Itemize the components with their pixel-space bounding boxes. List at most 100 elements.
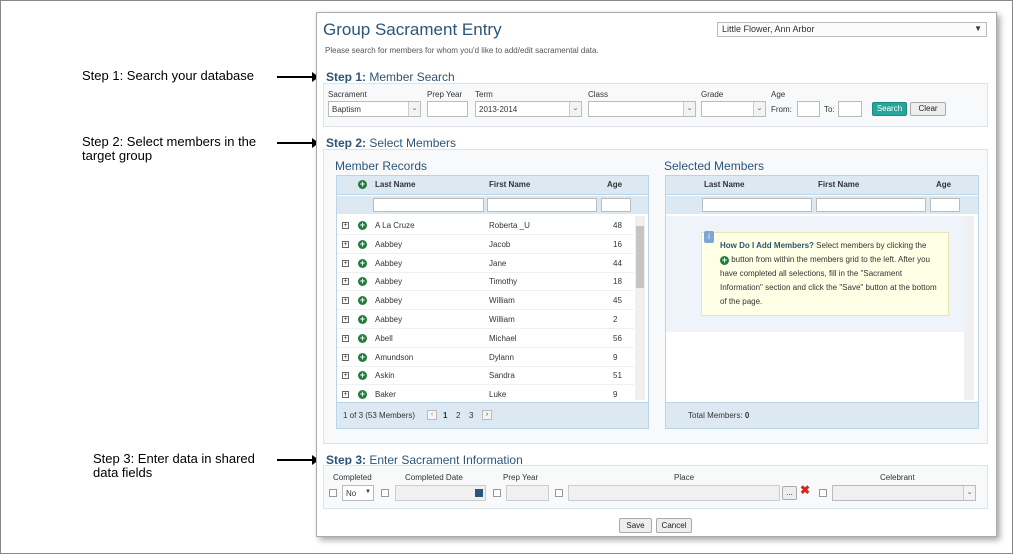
- search-button[interactable]: Search: [872, 102, 907, 116]
- info-icon: i: [704, 231, 714, 243]
- place-input[interactable]: [568, 485, 780, 501]
- filter-last-name[interactable]: [373, 198, 484, 212]
- cell-age: 51: [613, 371, 622, 381]
- save-button[interactable]: Save: [619, 518, 652, 533]
- member-search-section: Sacrament Baptism ⌄ Prep Year Term 2013-2…: [323, 83, 988, 127]
- intro-text: Please search for members for whom you'd…: [325, 46, 599, 55]
- celebrant-checkbox[interactable]: [819, 489, 827, 497]
- page-1-link[interactable]: 1: [443, 411, 447, 420]
- cell-last-name: A La Cruze: [375, 221, 415, 230]
- celebrant-label: Celebrant: [880, 473, 915, 482]
- selected-col-last-name[interactable]: Last Name: [704, 180, 744, 189]
- table-row[interactable]: + + Amundson Dylann 9: [337, 348, 634, 367]
- selected-col-first-name[interactable]: First Name: [818, 180, 859, 189]
- place-browse-button[interactable]: ...: [782, 486, 797, 500]
- add-icon: +: [720, 255, 729, 265]
- step2-title: Select Members: [369, 136, 457, 150]
- selected-filter-last-name[interactable]: [702, 198, 812, 212]
- cell-last-name: Aabbey: [375, 258, 403, 268]
- calendar-icon[interactable]: [475, 489, 483, 497]
- prev-page-button[interactable]: ‹: [427, 410, 437, 420]
- expand-icon[interactable]: +: [342, 353, 349, 361]
- add-member-icon[interactable]: +: [358, 371, 367, 381]
- add-member-icon[interactable]: +: [358, 296, 367, 306]
- add-member-icon[interactable]: +: [358, 352, 367, 362]
- selected-members-title: Selected Members: [664, 159, 765, 173]
- member-records-scrollbar[interactable]: [635, 216, 645, 400]
- add-member-icon[interactable]: +: [358, 277, 367, 287]
- col-last-name[interactable]: Last Name: [375, 180, 415, 189]
- page-2-link[interactable]: 2: [456, 411, 460, 420]
- add-member-icon[interactable]: +: [358, 315, 367, 324]
- expand-icon[interactable]: +: [342, 316, 349, 323]
- table-row[interactable]: + + Aabbey William 2: [337, 310, 634, 329]
- help-title: How Do I Add Members?: [720, 241, 814, 250]
- sacrament-label: Sacrament: [328, 90, 367, 99]
- cell-age: 45: [613, 296, 622, 306]
- sacrament-info-section: Completed No ▼ Completed Date Prep Year P…: [323, 465, 988, 509]
- pager-info: 1 of 3 (53 Members): [343, 411, 416, 420]
- expand-icon[interactable]: +: [342, 240, 349, 248]
- completed-date-input[interactable]: [395, 485, 486, 501]
- clear-button[interactable]: Clear: [910, 102, 946, 116]
- clear-place-icon[interactable]: ✖: [800, 483, 810, 497]
- age-from-label: From:: [771, 105, 792, 114]
- expand-icon[interactable]: +: [342, 391, 349, 399]
- prep-year-input[interactable]: [427, 101, 468, 117]
- parish-select[interactable]: Little Flower, Ann Arbor ▼: [717, 22, 987, 37]
- step3-prep-year-input[interactable]: [506, 485, 549, 501]
- expand-icon[interactable]: +: [342, 222, 349, 229]
- selected-members-filter-row: [666, 196, 978, 214]
- selected-filter-first-name[interactable]: [816, 198, 926, 212]
- member-records-filter-row: [337, 196, 648, 214]
- col-age[interactable]: Age: [607, 180, 622, 189]
- cell-age: 18: [613, 277, 622, 287]
- expand-icon[interactable]: +: [342, 278, 349, 286]
- table-row[interactable]: + + Aabbey Timothy 18: [337, 272, 634, 292]
- table-row[interactable]: + + Aabbey Jane 44: [337, 254, 634, 273]
- chevron-down-icon: ⌄: [569, 102, 581, 116]
- add-member-icon[interactable]: +: [358, 390, 367, 400]
- add-member-icon[interactable]: +: [358, 239, 367, 249]
- add-all-icon[interactable]: +: [358, 180, 367, 189]
- expand-icon[interactable]: +: [342, 372, 349, 380]
- sacrament-select[interactable]: Baptism ⌄: [328, 101, 421, 117]
- scrollbar-thumb[interactable]: [636, 226, 644, 288]
- parish-value: Little Flower, Ann Arbor: [722, 24, 815, 34]
- term-select[interactable]: 2013-2014 ⌄: [475, 101, 582, 117]
- term-label: Term: [475, 90, 493, 99]
- add-member-icon[interactable]: +: [358, 333, 367, 343]
- cell-age: 48: [613, 221, 622, 230]
- step1-title: Member Search: [369, 70, 455, 84]
- table-row[interactable]: + + Askin Sandra 51: [337, 366, 634, 386]
- class-select[interactable]: ⌄: [588, 101, 696, 117]
- table-row[interactable]: + + Aabbey Jacob 16: [337, 235, 634, 254]
- expand-icon[interactable]: +: [342, 297, 349, 305]
- selected-col-age[interactable]: Age: [936, 180, 951, 189]
- next-page-button[interactable]: ›: [482, 410, 492, 420]
- completed-checkbox[interactable]: [329, 489, 337, 497]
- completed-date-checkbox[interactable]: [381, 489, 389, 497]
- table-row[interactable]: + + A La Cruze Roberta _U 48: [337, 216, 634, 235]
- col-first-name[interactable]: First Name: [489, 180, 530, 189]
- selected-members-scrollbar[interactable]: [964, 216, 974, 400]
- add-member-icon[interactable]: +: [358, 258, 367, 268]
- sacrament-value: Baptism: [332, 105, 361, 114]
- age-to-input[interactable]: [838, 101, 862, 117]
- expand-icon[interactable]: +: [342, 334, 349, 342]
- cancel-button[interactable]: Cancel: [656, 518, 692, 533]
- table-row[interactable]: + + Aabbey William 45: [337, 291, 634, 311]
- celebrant-select[interactable]: ⌄: [832, 485, 976, 501]
- prep-year-checkbox[interactable]: [493, 489, 501, 497]
- selected-filter-age[interactable]: [930, 198, 960, 212]
- page-3-link[interactable]: 3: [469, 411, 473, 420]
- completed-select[interactable]: No ▼: [342, 485, 374, 501]
- expand-icon[interactable]: +: [342, 259, 349, 267]
- place-checkbox[interactable]: [555, 489, 563, 497]
- age-from-input[interactable]: [797, 101, 820, 117]
- grade-select[interactable]: ⌄: [701, 101, 766, 117]
- filter-first-name[interactable]: [487, 198, 597, 212]
- filter-age[interactable]: [601, 198, 631, 212]
- add-member-icon[interactable]: +: [358, 221, 367, 230]
- table-row[interactable]: + + Abell Michael 56: [337, 329, 634, 348]
